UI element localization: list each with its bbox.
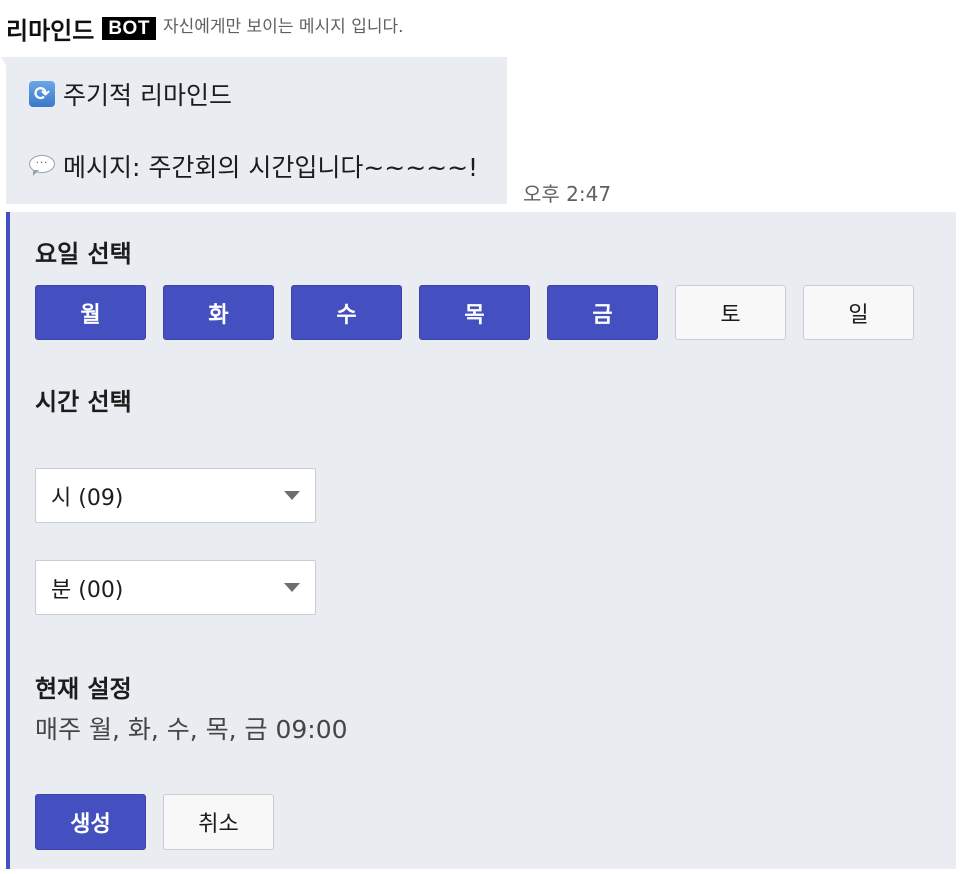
sender-name[interactable]: 리마인드 xyxy=(6,11,94,46)
reminder-message: 리마인드 BOT 자신에게만 보이는 메시지 입니다. ⟳ 주기적 리마인드 ·… xyxy=(0,0,966,874)
day-button-fri[interactable]: 금 xyxy=(547,285,658,340)
chevron-down-icon xyxy=(284,583,300,592)
message-line-body: ··· 메시지: 주간회의 시간입니다~~~~~! xyxy=(28,148,478,184)
current-setting-title: 현재 설정 xyxy=(35,675,132,703)
chevron-down-icon xyxy=(284,491,300,500)
day-button-sat[interactable]: 토 xyxy=(675,285,786,340)
message-header: 리마인드 BOT 자신에게만 보이는 메시지 입니다. xyxy=(6,10,404,46)
hour-select[interactable]: 시 (09) xyxy=(35,468,316,523)
day-button-wed[interactable]: 수 xyxy=(291,285,402,340)
bot-badge: BOT xyxy=(102,16,156,40)
message-line-title: ⟳ 주기적 리마인드 xyxy=(28,76,232,112)
day-section-title: 요일 선택 xyxy=(35,240,132,268)
message-body-text: 메시지: 주간회의 시간입니다~~~~~! xyxy=(63,153,479,182)
day-button-tue[interactable]: 화 xyxy=(163,285,274,340)
current-setting-value: 매주 월, 화, 수, 목, 금 09:00 xyxy=(35,715,348,744)
cancel-button[interactable]: 취소 xyxy=(163,794,274,850)
time-section-title: 시간 선택 xyxy=(35,388,132,416)
create-button[interactable]: 생성 xyxy=(35,794,146,850)
message-timestamp[interactable]: 오후 2:47 xyxy=(523,178,611,207)
day-button-thu[interactable]: 목 xyxy=(419,285,530,340)
day-button-sun[interactable]: 일 xyxy=(803,285,914,340)
minute-select[interactable]: 분 (00) xyxy=(35,560,316,615)
minute-select-value: 분 (00) xyxy=(51,577,124,603)
repeat-icon: ⟳ xyxy=(29,81,55,107)
speech-bubble-icon: ··· xyxy=(29,155,55,177)
visibility-note: 자신에게만 보이는 메시지 입니다. xyxy=(162,16,404,37)
hour-select-value: 시 (09) xyxy=(51,485,124,511)
day-selector: 월 화 수 목 금 토 일 xyxy=(35,285,931,340)
message-title-text: 주기적 리마인드 xyxy=(63,81,232,110)
day-button-mon[interactable]: 월 xyxy=(35,285,146,340)
